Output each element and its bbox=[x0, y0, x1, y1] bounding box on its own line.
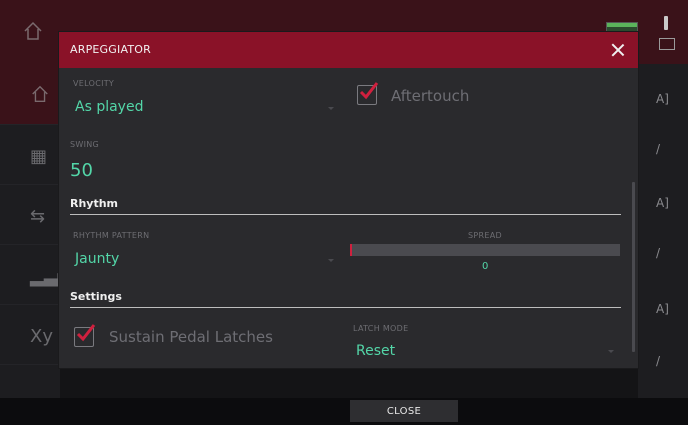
chevron-down-icon bbox=[608, 350, 614, 353]
section-divider bbox=[70, 307, 621, 308]
sidebar-item-xy[interactable]: Xy bbox=[0, 304, 60, 365]
latch-mode-dropdown[interactable]: Reset bbox=[350, 337, 615, 365]
xy-icon: Xy bbox=[30, 326, 53, 347]
velocity-value: As played bbox=[75, 99, 144, 115]
footer-bar bbox=[0, 398, 688, 425]
sidebar-item-grid[interactable]: ▦ bbox=[0, 124, 60, 185]
latch-mode-label: LATCH MODE bbox=[353, 324, 409, 333]
spread-label: SPREAD bbox=[468, 231, 502, 240]
sidebar-item-home[interactable] bbox=[0, 64, 60, 125]
automation-icon[interactable]: A] bbox=[656, 196, 669, 210]
latch-mode-value: Reset bbox=[356, 343, 396, 359]
section-divider bbox=[70, 214, 621, 215]
checkmark-icon bbox=[359, 82, 379, 100]
checkmark-icon bbox=[76, 324, 96, 342]
automation-icon[interactable]: A] bbox=[656, 92, 669, 106]
swing-label: SWING bbox=[70, 140, 100, 149]
spread-value: 0 bbox=[482, 261, 489, 272]
pencil-icon[interactable]: / bbox=[656, 142, 660, 156]
dialog-header: ARPEGGIATOR bbox=[59, 32, 638, 68]
spread-slider-fill bbox=[350, 244, 352, 256]
arpeggiator-dialog: ARPEGGIATOR VELOCITY As played Aftertouc… bbox=[59, 32, 638, 368]
automation-icon[interactable]: A] bbox=[656, 302, 669, 316]
grid-icon: ▦ bbox=[30, 146, 48, 167]
velocity-label: VELOCITY bbox=[73, 79, 115, 88]
dialog-title: ARPEGGIATOR bbox=[70, 43, 151, 56]
home-icon[interactable] bbox=[22, 20, 44, 42]
dialog-scrollbar[interactable] bbox=[632, 182, 635, 352]
spread-slider[interactable] bbox=[350, 244, 620, 256]
sidebar-item-levels[interactable]: ▂▃▅ bbox=[0, 244, 72, 305]
chevron-down-icon bbox=[328, 259, 334, 262]
pencil-icon[interactable]: / bbox=[656, 354, 660, 368]
rhythm-pattern-label: RHYTHM PATTERN bbox=[73, 231, 150, 240]
sidebar-right: A] / A] / A] / bbox=[638, 64, 688, 404]
home-icon bbox=[32, 85, 48, 102]
rhythm-pattern-value: Jaunty bbox=[75, 251, 120, 267]
chevron-down-icon bbox=[328, 107, 334, 110]
warning-icon bbox=[664, 16, 668, 30]
close-button[interactable]: CLOSE bbox=[350, 400, 458, 422]
swing-value[interactable]: 50 bbox=[70, 160, 93, 181]
aftertouch-checkbox[interactable] bbox=[357, 82, 379, 105]
rhythm-pattern-dropdown[interactable]: Jaunty bbox=[70, 245, 335, 275]
monitor-icon[interactable] bbox=[659, 38, 675, 50]
sliders-icon: ⇆ bbox=[30, 206, 46, 227]
rhythm-section-title: Rhythm bbox=[70, 197, 119, 210]
sidebar-item-mixer[interactable]: ⇆ bbox=[0, 184, 60, 245]
sidebar-left: ▦ ⇆ ▂▃▅ Xy bbox=[0, 64, 72, 404]
close-icon[interactable] bbox=[608, 40, 628, 60]
velocity-dropdown[interactable]: As played bbox=[70, 92, 335, 122]
sustain-pedal-checkbox[interactable] bbox=[74, 324, 96, 347]
settings-section-title: Settings bbox=[70, 290, 122, 303]
pencil-icon[interactable]: / bbox=[656, 246, 660, 260]
sustain-pedal-label: Sustain Pedal Latches bbox=[109, 328, 273, 346]
aftertouch-label: Aftertouch bbox=[391, 87, 470, 105]
